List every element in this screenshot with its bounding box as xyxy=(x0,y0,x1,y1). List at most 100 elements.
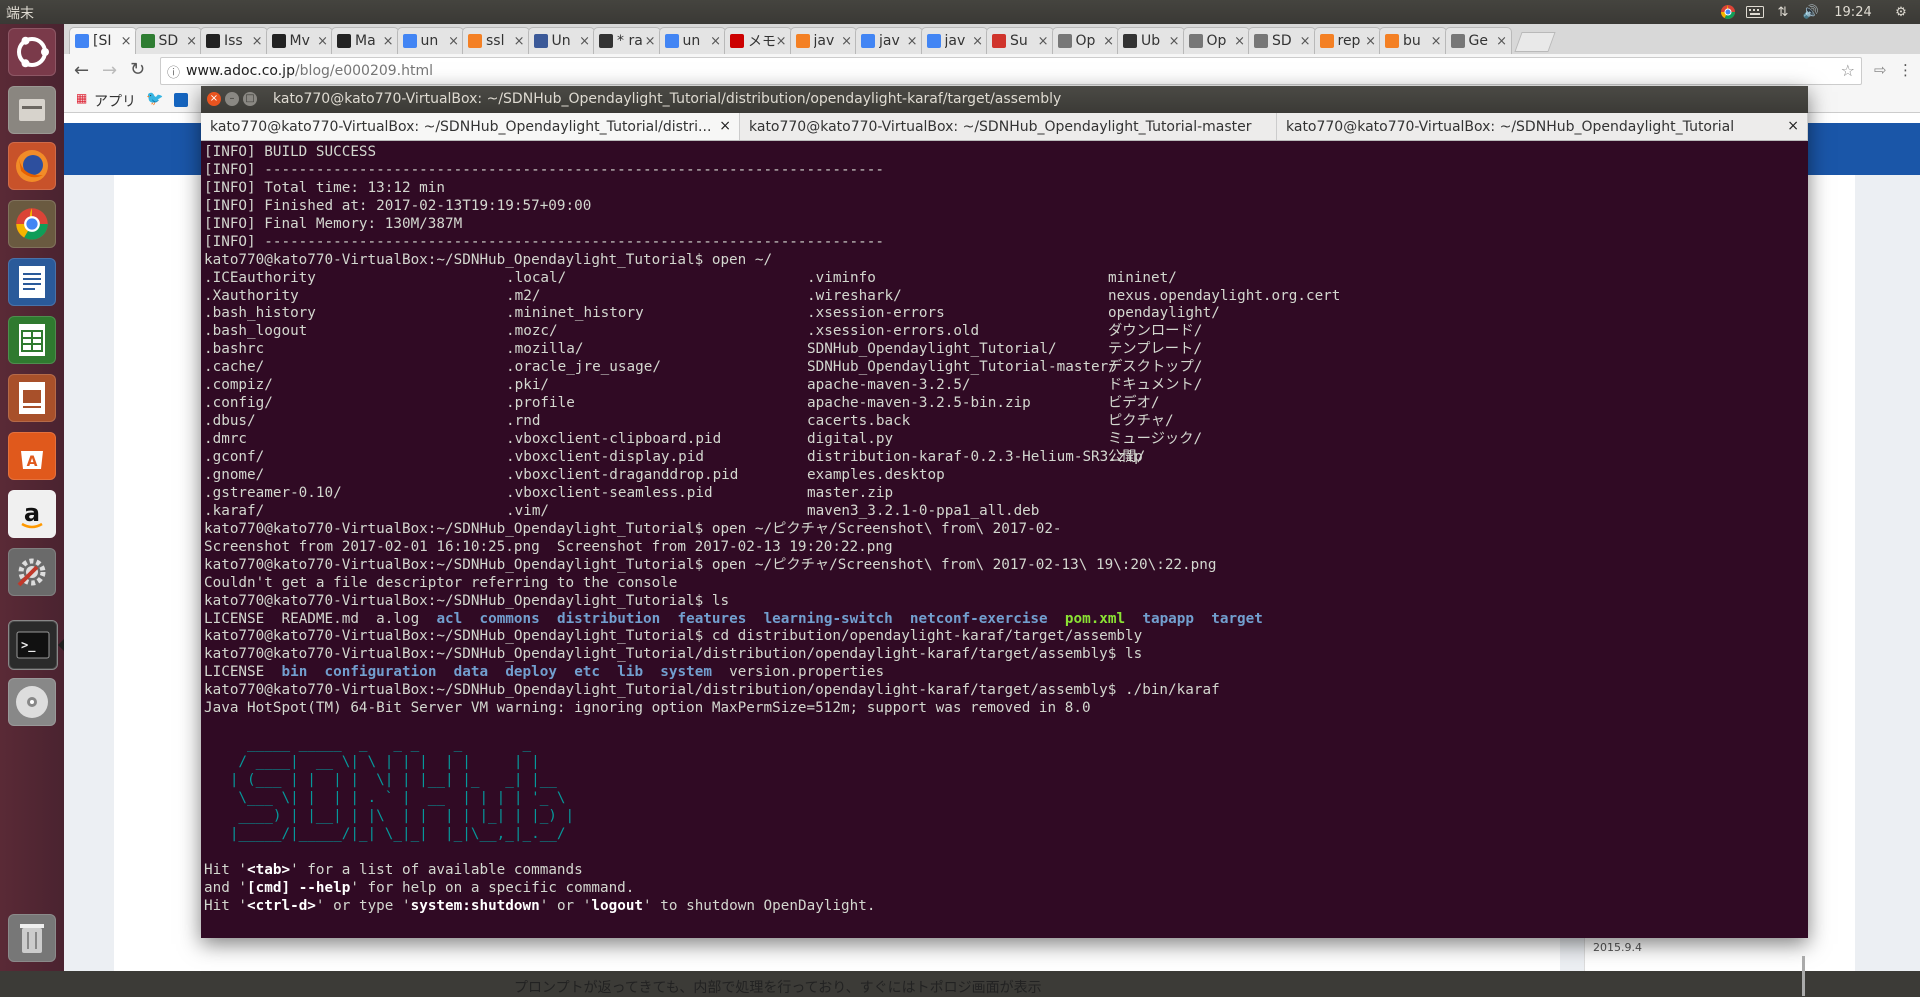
bookmark-icon[interactable] xyxy=(174,93,188,107)
browser-tab[interactable]: Op× xyxy=(1183,27,1251,54)
close-tab-icon[interactable]: × xyxy=(1038,34,1049,49)
maximize-window-icon[interactable]: □ xyxy=(243,92,257,106)
minimize-window-icon[interactable]: – xyxy=(225,92,239,106)
browser-tab[interactable]: Su× xyxy=(986,27,1054,54)
close-tab-icon[interactable]: × xyxy=(579,34,590,49)
page-footer-text: プロンプトが返ってきても、内部で処理を行っており、すぐにはトポロジ画面が表示 xyxy=(514,977,1042,997)
terminal-tab-3[interactable]: kato770@kato770-VirtualBox: ~/SDNHub_Ope… xyxy=(1277,113,1808,140)
close-tab-icon[interactable]: × xyxy=(972,34,983,49)
browser-tab[interactable]: SD× xyxy=(135,27,203,54)
close-tab-icon[interactable]: × xyxy=(1300,34,1311,49)
browser-tab[interactable]: Ma× xyxy=(331,27,399,54)
menu-icon[interactable]: ⋮ xyxy=(1898,61,1913,79)
browser-tab[interactable]: Op× xyxy=(1052,27,1120,54)
listing-entry: .m2/ xyxy=(506,288,540,306)
browser-tab[interactable]: jav× xyxy=(921,27,989,54)
browser-tab[interactable]: Ub× xyxy=(1117,27,1185,54)
clock[interactable]: 19:24 xyxy=(1828,2,1878,22)
close-tab-icon[interactable]: × xyxy=(121,34,132,49)
ubuntu-dash-icon[interactable] xyxy=(8,28,56,76)
chrome-indicator-icon[interactable] xyxy=(1718,2,1738,22)
new-tab-button[interactable] xyxy=(1514,32,1555,52)
close-tab-icon[interactable]: × xyxy=(1496,34,1507,49)
calc-icon[interactable] xyxy=(8,316,56,364)
listing-entry: ピクチャ/ xyxy=(1108,413,1174,431)
browser-tab[interactable]: rep× xyxy=(1314,27,1382,54)
close-tab-icon[interactable]: × xyxy=(383,34,394,49)
browser-tab[interactable]: Un× xyxy=(528,27,596,54)
browser-tab[interactable]: Iss× xyxy=(200,27,268,54)
impress-icon[interactable] xyxy=(8,374,56,422)
browser-tab[interactable]: un× xyxy=(397,27,465,54)
bookmark-apps[interactable]: アプリ xyxy=(94,91,136,111)
close-tab-icon[interactable]: × xyxy=(1787,118,1799,134)
close-tab-icon[interactable]: × xyxy=(776,34,787,49)
listing-entry: .pki/ xyxy=(506,377,549,395)
browser-tab[interactable]: jav× xyxy=(855,27,923,54)
browser-tab[interactable]: Mv× xyxy=(266,27,334,54)
browser-tab[interactable]: un× xyxy=(659,27,727,54)
forward-arrow-icon[interactable]: → xyxy=(102,60,117,81)
close-tab-icon[interactable]: × xyxy=(448,34,459,49)
extension-icon[interactable]: ⇨ xyxy=(1874,61,1887,79)
close-tab-icon[interactable]: × xyxy=(514,34,525,49)
keyboard-icon[interactable] xyxy=(1744,2,1766,22)
karaf-prompt[interactable]: opendaylight-user@root> xyxy=(204,933,1804,934)
writer-icon[interactable] xyxy=(8,258,56,306)
close-window-icon[interactable]: × xyxy=(207,92,221,106)
listing-entry: .vboxclient-clipboard.pid xyxy=(506,431,721,449)
software-center-icon[interactable]: A xyxy=(8,432,56,480)
terminal-scrollbar[interactable] xyxy=(1802,956,1805,996)
ls-entry: commons xyxy=(479,611,539,627)
browser-tab[interactable]: Ge× xyxy=(1445,27,1513,54)
listing-entry: .gnome/ xyxy=(204,467,264,485)
browser-tab[interactable]: bu× xyxy=(1379,27,1447,54)
volume-icon[interactable]: 🔊 xyxy=(1800,2,1822,22)
terminal-icon[interactable]: >_ xyxy=(8,620,58,670)
ls-output: LICENSE bin configuration data deploy et… xyxy=(204,664,1804,682)
browser-tab[interactable]: メモ× xyxy=(724,27,792,54)
address-bar[interactable]: ⓘ www.adoc.co.jp/blog/e000209.html ☆ xyxy=(160,57,1862,85)
listing-entry: .oracle_jre_usage/ xyxy=(506,359,661,377)
close-tab-icon[interactable]: × xyxy=(645,34,656,49)
twitter-bookmark-icon[interactable]: 🐦 xyxy=(146,91,163,107)
network-icon[interactable]: ⇅ xyxy=(1772,2,1794,22)
browser-tab[interactable]: SD× xyxy=(1248,27,1316,54)
settings-gear-icon[interactable]: ⚙ xyxy=(1890,2,1912,22)
close-tab-icon[interactable]: × xyxy=(1169,34,1180,49)
terminal-tab-2[interactable]: kato770@kato770-VirtualBox: ~/SDNHub_Ope… xyxy=(740,113,1277,140)
bookmark-star-icon[interactable]: ☆ xyxy=(1841,61,1855,80)
system-settings-icon[interactable] xyxy=(8,548,56,596)
close-tab-icon[interactable]: × xyxy=(1234,34,1245,49)
close-tab-icon[interactable]: × xyxy=(907,34,918,49)
browser-tab[interactable]: [SI× xyxy=(69,27,137,54)
close-tab-icon[interactable]: × xyxy=(252,34,263,49)
close-tab-icon[interactable]: × xyxy=(317,34,328,49)
dvd-icon[interactable] xyxy=(8,678,56,726)
terminal-tab-1[interactable]: kato770@kato770-VirtualBox: ~/SDNHub_Ope… xyxy=(201,113,740,140)
browser-tab[interactable]: * ra× xyxy=(593,27,661,54)
apps-grid-icon[interactable]: ▦ xyxy=(76,91,87,105)
browser-tab-label: Un xyxy=(552,33,580,49)
close-tab-icon[interactable]: × xyxy=(841,34,852,49)
close-tab-icon[interactable]: × xyxy=(186,34,197,49)
terminal-line: Screenshot from 2017-02-01 16:10:25.png … xyxy=(204,539,1804,557)
close-tab-icon[interactable]: × xyxy=(710,34,721,49)
reload-icon[interactable]: ↻ xyxy=(130,59,145,80)
trash-icon[interactable] xyxy=(8,914,56,962)
close-tab-icon[interactable]: × xyxy=(1365,34,1376,49)
back-arrow-icon[interactable]: ← xyxy=(74,60,89,81)
chrome-icon[interactable] xyxy=(8,200,56,248)
info-icon[interactable]: ⓘ xyxy=(167,62,180,81)
listing-entry: examples.desktop xyxy=(807,467,945,485)
files-icon[interactable] xyxy=(8,86,56,134)
amazon-icon[interactable]: a xyxy=(8,490,56,538)
close-tab-icon[interactable]: × xyxy=(1431,34,1442,49)
browser-tab[interactable]: jav× xyxy=(790,27,858,54)
close-tab-icon[interactable]: × xyxy=(1103,34,1114,49)
terminal-output[interactable]: [INFO] BUILD SUCCESS[INFO] -------------… xyxy=(204,144,1804,934)
firefox-icon[interactable] xyxy=(8,142,56,190)
browser-tab[interactable]: ssl× xyxy=(462,27,530,54)
karaf-help-text: ' for a list of available commands xyxy=(290,862,583,878)
close-tab-icon[interactable]: × xyxy=(719,118,731,134)
